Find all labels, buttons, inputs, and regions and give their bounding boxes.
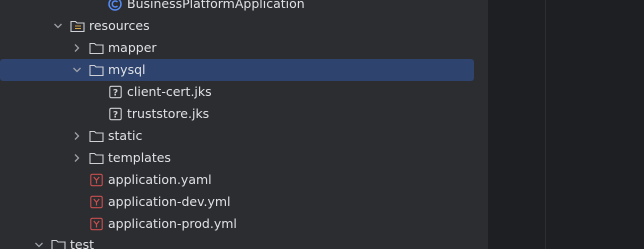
- resources-folder-icon: [70, 15, 85, 37]
- tree-item-label: mapper: [108, 40, 157, 55]
- svg-text:?: ?: [113, 89, 118, 99]
- tree-item-label: truststore.jks: [127, 106, 210, 121]
- tree-item-label: mysql: [108, 62, 146, 77]
- tree-item-truststore-jks[interactable]: ? truststore.jks: [0, 103, 488, 125]
- yaml-file-icon: [90, 213, 104, 235]
- unknown-file-icon: ?: [109, 81, 123, 103]
- tree-item-static[interactable]: static: [0, 125, 488, 147]
- project-tree: BusinessPlatformApplication resources ma…: [0, 0, 488, 249]
- spring-boot-class-icon: [108, 0, 122, 15]
- yaml-file-icon: [90, 191, 104, 213]
- chevron-right-icon[interactable]: [71, 125, 83, 147]
- folder-icon: [89, 125, 104, 147]
- chevron-right-icon[interactable]: [71, 147, 83, 169]
- tree-item-business-platform-application[interactable]: BusinessPlatformApplication: [0, 0, 488, 15]
- tree-item-application-dev-yml[interactable]: application-dev.yml: [0, 191, 488, 213]
- tree-item-application-yaml[interactable]: application.yaml: [0, 169, 488, 191]
- tree-item-label: templates: [108, 150, 171, 165]
- tree-item-templates[interactable]: templates: [0, 147, 488, 169]
- yaml-file-icon: [90, 169, 104, 191]
- svg-text:?: ?: [113, 111, 118, 121]
- tree-item-label: resources: [89, 18, 150, 33]
- tree-item-test[interactable]: test: [0, 234, 488, 249]
- tree-item-mapper[interactable]: mapper: [0, 37, 488, 59]
- chevron-down-icon[interactable]: [33, 234, 45, 249]
- chevron-right-icon[interactable]: [71, 37, 83, 59]
- chevron-down-icon[interactable]: [71, 59, 83, 81]
- tree-item-label: client-cert.jks: [127, 84, 212, 99]
- folder-icon: [89, 59, 104, 81]
- chevron-down-icon[interactable]: [52, 15, 64, 37]
- tree-item-client-cert-jks[interactable]: ? client-cert.jks: [0, 81, 488, 103]
- tree-item-label: static: [108, 128, 143, 143]
- unknown-file-icon: ?: [109, 103, 123, 125]
- folder-icon: [51, 234, 66, 249]
- tree-item-application-prod-yml[interactable]: application-prod.yml: [0, 213, 488, 235]
- tree-item-label: application-dev.yml: [108, 194, 231, 209]
- tree-item-label: application-prod.yml: [108, 216, 237, 231]
- tree-item-label: application.yaml: [108, 172, 212, 187]
- folder-icon: [89, 37, 104, 59]
- tree-item-mysql[interactable]: mysql: [0, 59, 488, 81]
- editor-gutter-line: [545, 0, 546, 249]
- tree-item-resources[interactable]: resources: [0, 15, 488, 37]
- editor-area: [489, 0, 644, 249]
- tree-item-label: BusinessPlatformApplication: [127, 0, 305, 11]
- folder-icon: [89, 147, 104, 169]
- tree-item-label: test: [70, 237, 95, 249]
